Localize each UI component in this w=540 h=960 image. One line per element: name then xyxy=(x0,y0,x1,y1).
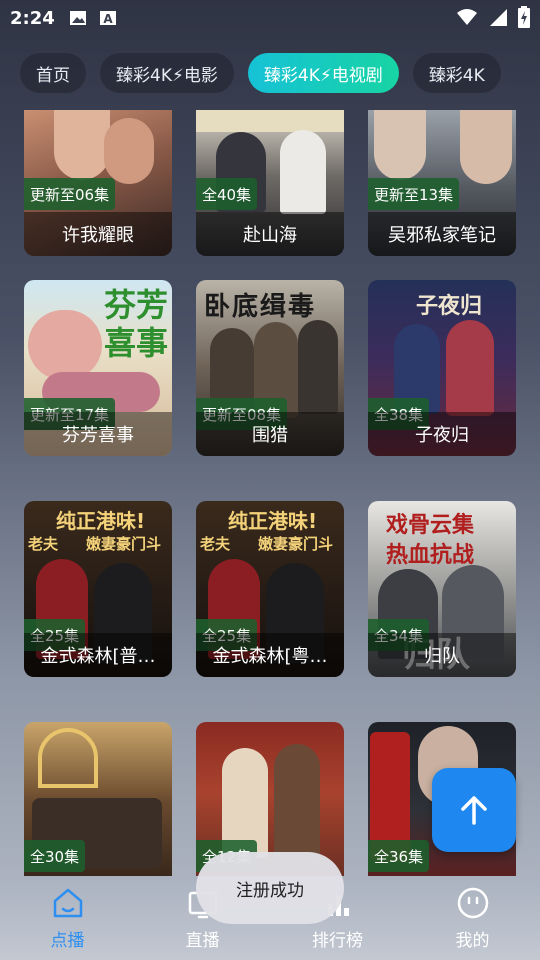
smiley-icon xyxy=(457,887,488,919)
poster-text: 纯正港味! xyxy=(228,509,318,533)
series-card[interactable]: 全40集 赴山海 xyxy=(196,110,344,256)
series-title: 吴邪私家笔记 xyxy=(368,212,516,256)
series-title: 金式森林[粤… xyxy=(196,633,344,677)
series-title: 金式森林[普… xyxy=(24,633,172,677)
nav-label: 排行榜 xyxy=(312,931,363,951)
nav-label: 我的 xyxy=(455,931,490,951)
series-card[interactable]: 戏骨云集 热血抗战 归队 全34集 归队 xyxy=(368,501,516,677)
notification-a-icon: A xyxy=(99,11,116,26)
nav-label: 点播 xyxy=(50,931,85,951)
tab-label: 首页 xyxy=(36,65,70,86)
series-card[interactable]: 更新至06集 许我耀眼 xyxy=(24,110,172,256)
back-to-top-button[interactable] xyxy=(432,768,516,852)
poster-text: 卧底缉毒 xyxy=(204,292,317,322)
status-time: 2:24 xyxy=(10,7,55,29)
category-tabs: 首页 臻彩4K⚡电影 臻彩4K⚡电视剧 臻彩4K xyxy=(0,48,540,98)
battery-charging-icon xyxy=(518,6,530,28)
episode-badge: 更新至13集 xyxy=(368,178,460,210)
series-grid: 更新至06集 许我耀眼 全40集 赴山海 更新至13集 吴邪私家笔记 芬芳 喜事… xyxy=(24,110,516,876)
poster-text: 热血抗战 xyxy=(386,543,475,568)
poster-text: 纯正港味! xyxy=(56,509,146,533)
series-title: 许我耀眼 xyxy=(24,212,172,256)
poster-text: 老夫 xyxy=(28,535,59,553)
status-bar: 2:24 A xyxy=(0,0,540,36)
toast-message: 注册成功 xyxy=(196,852,344,924)
series-card[interactable]: 更新至13集 吴邪私家笔记 xyxy=(368,110,516,256)
home-icon xyxy=(53,888,82,918)
series-title: 芬芳喜事 xyxy=(24,412,172,456)
poster-text: 子夜归 xyxy=(416,294,483,319)
arrow-up-icon xyxy=(461,796,487,825)
series-title: 赴山海 xyxy=(196,212,344,256)
poster-text: 嫩妻豪门斗 xyxy=(258,535,334,553)
series-title: 归队 xyxy=(368,633,516,677)
nav-label: 直播 xyxy=(185,931,220,951)
tab-4k-more[interactable]: 臻彩4K xyxy=(412,53,501,93)
episode-badge: 全40集 xyxy=(196,178,258,210)
series-card[interactable]: 纯正港味! 老夫 嫩妻豪门斗 全25集 金式森林[普… xyxy=(24,501,172,677)
tab-4k-tv-series[interactable]: 臻彩4K⚡电视剧 xyxy=(247,53,399,93)
nav-vod[interactable]: 点播 xyxy=(0,876,135,960)
poster-text: 芬芳 xyxy=(104,286,169,324)
series-card[interactable]: 芬芳 喜事 更新至17集 芬芳喜事 xyxy=(24,280,172,456)
gallery-icon xyxy=(69,11,86,25)
series-card[interactable]: 纯正港味! 老夫 嫩妻豪门斗 全25集 金式森林[粤… xyxy=(196,501,344,677)
episode-badge: 全36集 xyxy=(368,840,430,872)
tab-label: 臻彩4K xyxy=(428,65,485,86)
episode-badge: 全30集 xyxy=(24,840,86,872)
series-title: 围猎 xyxy=(196,412,344,456)
series-card[interactable]: 全30集 xyxy=(24,722,172,876)
poster-text: 老夫 xyxy=(200,535,231,553)
poster-text: 嫩妻豪门斗 xyxy=(86,535,162,553)
episode-badge: 更新至06集 xyxy=(24,178,116,210)
wifi-icon xyxy=(457,9,477,25)
nav-mine[interactable]: 我的 xyxy=(405,876,540,960)
series-title: 子夜归 xyxy=(368,412,516,456)
series-card[interactable]: 卧底缉毒 更新至08集 围猎 xyxy=(196,280,344,456)
poster-text: 喜事 xyxy=(104,324,169,362)
poster-text: 戏骨云集 xyxy=(386,513,475,538)
tab-label: 臻彩4K⚡电视剧 xyxy=(263,65,383,86)
signal-icon xyxy=(490,9,507,26)
tab-home[interactable]: 首页 xyxy=(20,53,86,93)
series-card[interactable]: 子夜归 全38集 子夜归 xyxy=(368,280,516,456)
tab-label: 臻彩4K⚡电影 xyxy=(116,65,218,86)
tab-4k-movies[interactable]: 臻彩4K⚡电影 xyxy=(100,53,234,93)
svg-text:A: A xyxy=(103,12,113,26)
